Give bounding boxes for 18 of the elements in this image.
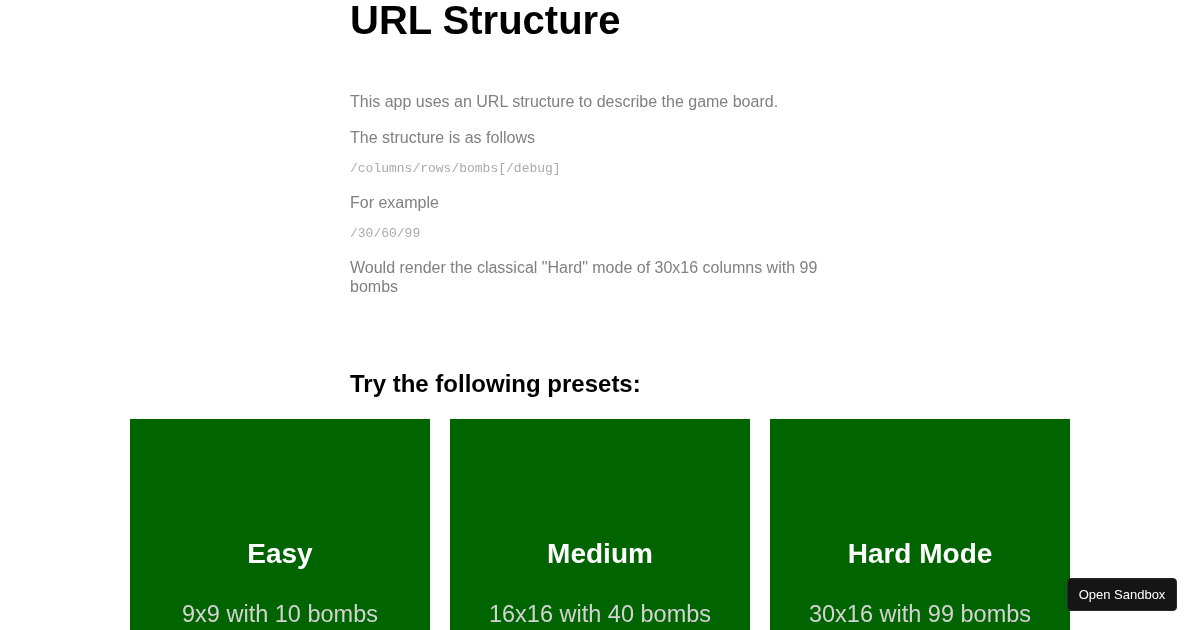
preset-description: 9x9 with 10 bombs [182,601,378,627]
preset-card[interactable]: Hard Mode 30x16 with 99 bombs [770,419,1070,630]
preset-title: Hard Mode [847,538,993,570]
preset-card[interactable]: Easy 9x9 with 10 bombs [130,419,430,630]
paragraph: Would render the classical "Hard" mode of 30x16 columns with 99 bombs [350,258,819,296]
url-code: /30/60/99 [350,227,421,241]
paragraph: The structure is as follows [350,128,535,147]
page-title: URL Structure [350,0,621,40]
preset-title: Easy [247,538,313,570]
preset-description: 30x16 with 99 bombs [808,601,1032,627]
paragraph: This app uses an URL structure to describe the game board. [350,92,779,111]
preset-description: 16x16 with 40 bombs [488,601,712,627]
presets-heading: Try the following presets: [350,370,641,398]
open-sandbox-button[interactable]: Open Sandbox [1067,578,1177,611]
url-code: /columns/rows/bombs[/debug] [350,162,561,176]
preset-card[interactable]: Medium 16x16 with 40 bombs [450,419,750,630]
paragraph: For example [350,193,439,212]
preset-title: Medium [547,538,653,570]
